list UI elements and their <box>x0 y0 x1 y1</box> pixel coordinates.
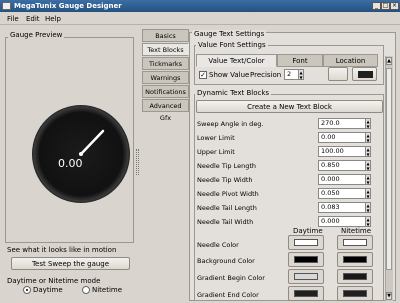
nitetime-radio-label: Nitetime <box>92 286 123 294</box>
gradient-begin-color-label: Gradient Begin Color <box>197 274 265 282</box>
background-color-night-button[interactable] <box>337 252 373 267</box>
menu-help[interactable]: Help <box>45 15 61 23</box>
needle-tip-width-input[interactable]: 0.000 <box>318 174 366 185</box>
gradient-end-color-day-button[interactable] <box>288 286 324 301</box>
background-color-label: Background Color <box>197 257 255 265</box>
needle-color-night-swatch <box>343 239 367 246</box>
create-text-block-label: Create a New Text Block <box>247 103 332 111</box>
tab-tickmarks[interactable]: Tickmarks <box>142 57 189 70</box>
show-value-checkbox[interactable]: ✓ <box>199 71 207 79</box>
needle-pivot-width-label: Needle Pivot Width <box>197 190 259 198</box>
needle-pivot-width-input[interactable]: 0.050 <box>318 188 366 199</box>
needle-pivot-width-spinner[interactable]: ▲ ▼ <box>366 188 371 199</box>
scroll-up-icon[interactable]: ▲ <box>386 57 392 65</box>
needle-tip-width-spinner[interactable]: ▲ ▼ <box>366 174 371 185</box>
maximize-button[interactable]: □ <box>381 2 390 10</box>
scroll-down-icon[interactable]: ▼ <box>386 292 392 300</box>
needle-color-day-button[interactable] <box>288 235 324 250</box>
needle-tail-length-input[interactable]: 0.083 <box>318 202 366 213</box>
needle-color-night-button[interactable] <box>337 235 373 250</box>
test-sweep-button[interactable]: Test Sweep the gauge <box>11 257 130 270</box>
gauge-preview-title: Gauge Preview <box>8 31 65 39</box>
sweep-angle-label: Sweep Angle in deg. <box>197 120 264 128</box>
needle-tail-length-spinner[interactable]: ▲ ▼ <box>366 202 371 213</box>
tab-value-text-color[interactable]: Value Text/Color <box>196 54 277 67</box>
needle-color-day-swatch <box>294 239 318 246</box>
minimize-button[interactable]: _ <box>372 2 381 10</box>
precision-spinner[interactable]: ▲ ▼ <box>299 69 304 80</box>
pane-splitter[interactable] <box>136 149 139 175</box>
value-color-night-button[interactable] <box>352 67 377 81</box>
app-icon <box>2 2 11 10</box>
gauge-needle-icon <box>79 129 105 156</box>
gradient-begin-color-night-button[interactable] <box>337 269 373 284</box>
needle-tip-length-input[interactable]: 0.850 <box>318 160 366 171</box>
tab-location[interactable]: Location <box>323 54 378 67</box>
gauge-value: 0.00 <box>58 157 83 170</box>
tab-font[interactable]: Font <box>277 54 323 67</box>
sweep-angle-input[interactable]: 270.0 <box>318 118 366 129</box>
tab-text-blocks[interactable]: Text Blocks <box>142 43 189 56</box>
tab-warnings[interactable]: Warnings <box>142 71 189 84</box>
window-titlebar: MegaTunix Gauge Designer <box>0 0 400 12</box>
gradient-end-color-day-swatch <box>294 290 318 297</box>
needle-tail-width-input[interactable]: 0.000 <box>318 216 366 227</box>
lower-limit-label: Lower Limit <box>197 134 235 142</box>
gradient-begin-color-day-swatch <box>294 273 318 280</box>
menu-edit[interactable]: Edit <box>26 15 40 23</box>
show-value-label: Show Value <box>209 71 250 79</box>
needle-tip-width-label: Needle Tip Width <box>197 176 253 184</box>
menu-file[interactable]: File <box>7 15 19 23</box>
upper-limit-spinner[interactable]: ▲ ▼ <box>366 146 371 157</box>
gradient-end-color-night-swatch <box>343 290 367 297</box>
needle-tail-width-label: Needle Tail Width <box>197 218 254 226</box>
needle-color-label: Needle Color <box>197 241 239 249</box>
tab-basics[interactable]: Basics <box>142 29 189 42</box>
gauge-preview-canvas <box>32 105 130 203</box>
upper-limit-label: Upper Limit <box>197 148 235 156</box>
value-color-day-button[interactable] <box>328 67 348 81</box>
value-color-night-swatch <box>358 71 373 78</box>
motion-label: See what it looks like in motion <box>7 246 117 254</box>
lower-limit-input[interactable]: 0.00 <box>318 132 366 143</box>
precision-label: Precision <box>250 71 282 79</box>
daytime-column-header: Daytime <box>293 227 323 235</box>
gradient-begin-color-night-swatch <box>343 273 367 280</box>
dynamic-text-title: Dynamic Text Blocks <box>195 89 272 97</box>
mode-label: Daytime or Nitetime mode <box>7 277 101 285</box>
daytime-radio-label: Daytime <box>33 286 63 294</box>
needle-tail-length-label: Needle Tail Length <box>197 204 257 212</box>
precision-input[interactable]: 2 <box>284 69 299 80</box>
upper-limit-input[interactable]: 100.00 <box>318 146 366 157</box>
background-color-night-swatch <box>343 256 367 263</box>
test-sweep-label: Test Sweep the gauge <box>31 260 110 268</box>
settings-title: Gauge Text Settings <box>192 30 267 38</box>
daytime-radio[interactable] <box>23 286 31 294</box>
lower-limit-spinner[interactable]: ▲ ▼ <box>366 132 371 143</box>
gradient-end-color-label: Gradient End Color <box>197 291 259 299</box>
needle-tip-length-label: Needle Tip Length <box>197 162 257 170</box>
nitetime-radio[interactable] <box>82 286 90 294</box>
needle-tip-length-spinner[interactable]: ▲ ▼ <box>366 160 371 171</box>
tab-notifications[interactable]: Notifications <box>142 85 189 98</box>
gradient-end-color-night-button[interactable] <box>337 286 373 301</box>
sweep-angle-spinner[interactable]: ▲ ▼ <box>366 118 371 129</box>
background-color-day-swatch <box>294 256 318 263</box>
scrollbar-thumb[interactable] <box>386 68 392 270</box>
tab-advanced-gfx[interactable]: Advanced Gfx <box>142 99 189 122</box>
background-color-day-button[interactable] <box>288 252 324 267</box>
value-font-title: Value Font Settings <box>196 41 268 49</box>
close-button[interactable]: × <box>390 2 399 10</box>
gradient-begin-color-day-button[interactable] <box>288 269 324 284</box>
window-title: MegaTunix Gauge Designer <box>14 2 122 10</box>
create-text-block-button[interactable]: Create a New Text Block <box>196 100 383 113</box>
nitetime-column-header: Nitetime <box>341 227 372 235</box>
needle-tail-width-spinner[interactable]: ▲ ▼ <box>366 216 371 227</box>
